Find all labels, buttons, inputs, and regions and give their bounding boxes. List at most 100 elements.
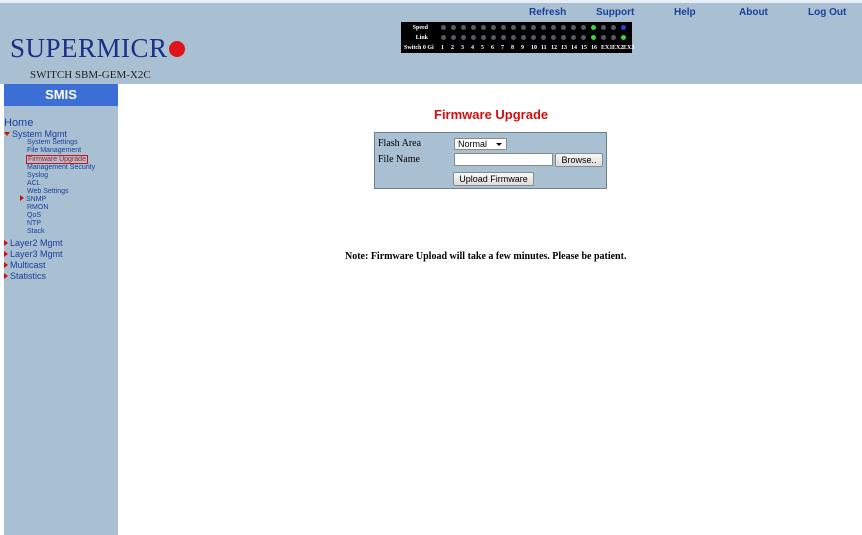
link-led-port-13 xyxy=(561,35,566,40)
nav-ntp[interactable]: NTP xyxy=(27,220,41,228)
link-led-port-7 xyxy=(501,35,506,40)
speed-row: Speed xyxy=(401,23,632,33)
switch-model: SWITCH SBM-GEM-X2C xyxy=(30,69,151,81)
about-link[interactable]: About xyxy=(739,7,768,18)
link-led-port-15 xyxy=(581,35,586,40)
page-title: Firmware Upgrade xyxy=(434,107,549,122)
nav-acl[interactable]: ACL xyxy=(27,180,41,188)
link-led-port-1 xyxy=(441,35,446,40)
flash-area-select[interactable]: Normal xyxy=(454,138,507,150)
speed-led-port-3 xyxy=(461,25,466,30)
port-number-label: 10 xyxy=(531,45,537,51)
link-label: Link xyxy=(415,35,428,41)
collapsed-arrow-icon xyxy=(20,195,24,202)
collapsed-arrow-icon xyxy=(4,272,8,279)
browse-button[interactable]: Browse.. xyxy=(555,153,603,167)
port-number-label: 3 xyxy=(461,45,464,51)
file-name-label: File Name xyxy=(378,154,420,165)
port-number-label: EX2 xyxy=(612,45,624,51)
nav-layer2-mgmt[interactable]: Layer2 Mgmt xyxy=(4,238,63,248)
speed-led-port-16 xyxy=(591,25,596,30)
nav-snmp-label: SNMP xyxy=(26,196,47,203)
logo-text: SUPERMICR xyxy=(10,33,168,63)
flash-area-value: Normal xyxy=(458,139,488,149)
upload-firmware-button[interactable]: Upload Firmware xyxy=(453,172,534,186)
firmware-upload-form: Flash Area Normal File Name Browse.. Upl… xyxy=(374,132,607,189)
speed-led-port-1 xyxy=(441,25,446,30)
nav-statistics-label: Statistics xyxy=(10,271,47,281)
nav-statistics[interactable]: Statistics xyxy=(4,271,46,281)
link-led-port-9 xyxy=(521,35,526,40)
link-led-port-10 xyxy=(531,35,536,40)
refresh-link[interactable]: Refresh xyxy=(529,7,566,18)
nav-snmp[interactable]: SNMP xyxy=(20,195,47,204)
nav-system-mgmt[interactable]: System Mgmt xyxy=(4,129,67,139)
nav-firmware-upgrade[interactable]: Firmware Upgrade xyxy=(26,155,88,164)
link-led-port-6 xyxy=(491,35,496,40)
nav-multicast[interactable]: Multicast xyxy=(4,260,46,270)
nav-syslog[interactable]: Syslog xyxy=(27,172,48,180)
link-led-port-2 xyxy=(451,35,456,40)
nav-web-settings[interactable]: Web Settings xyxy=(27,188,69,196)
nav-layer3-mgmt[interactable]: Layer3 Mgmt xyxy=(4,249,63,259)
nav-file-management[interactable]: File Management xyxy=(27,147,81,155)
port-number-label: 5 xyxy=(481,45,484,51)
logout-link[interactable]: Log Out xyxy=(808,7,846,18)
collapsed-arrow-icon xyxy=(4,239,8,246)
speed-led-port-19 xyxy=(621,25,626,30)
port-number-label: 1 xyxy=(441,45,444,51)
sidebar: SMIS Home System Mgmt System Settings Fi… xyxy=(4,84,118,535)
port-number-label: 16 xyxy=(591,45,597,51)
port-number-label: 15 xyxy=(581,45,587,51)
speed-led-port-12 xyxy=(551,25,556,30)
speed-led-port-7 xyxy=(501,25,506,30)
port-number-label: 7 xyxy=(501,45,504,51)
link-led-port-19 xyxy=(621,35,626,40)
nav-home[interactable]: Home xyxy=(4,117,33,129)
help-link[interactable]: Help xyxy=(674,7,696,18)
nav-layer3-label: Layer3 Mgmt xyxy=(10,249,63,259)
speed-led-port-9 xyxy=(521,25,526,30)
speed-led-port-4 xyxy=(471,25,476,30)
nav-management-security[interactable]: Management Security xyxy=(27,164,95,172)
speed-led-port-18 xyxy=(611,25,616,30)
port-number-label: 8 xyxy=(511,45,514,51)
nav-system-settings[interactable]: System Settings xyxy=(27,139,78,147)
logo-o-dot-icon xyxy=(168,40,185,57)
link-led-port-12 xyxy=(551,35,556,40)
link-led-port-5 xyxy=(481,35,486,40)
speed-led-port-8 xyxy=(511,25,516,30)
supermicro-logo: SUPERMICR xyxy=(10,33,185,64)
file-name-input[interactable] xyxy=(454,153,553,166)
speed-led-port-14 xyxy=(571,25,576,30)
port-number-label: 9 xyxy=(521,45,524,51)
link-led-port-3 xyxy=(461,35,466,40)
speed-led-port-2 xyxy=(451,25,456,30)
upload-note: Note: Firmware Upload will take a few mi… xyxy=(345,251,627,262)
nav-stack[interactable]: Stack xyxy=(27,228,45,236)
port-number-label: 12 xyxy=(551,45,557,51)
nav-multicast-label: Multicast xyxy=(10,260,46,270)
link-row: Link xyxy=(401,33,632,43)
link-led-port-16 xyxy=(591,35,596,40)
flash-area-label: Flash Area xyxy=(378,138,422,149)
link-led-port-14 xyxy=(571,35,576,40)
nav-qos[interactable]: QoS xyxy=(27,212,41,220)
port-number-label: 13 xyxy=(561,45,567,51)
port-number-label: 14 xyxy=(571,45,577,51)
nav-layer2-label: Layer2 Mgmt xyxy=(10,238,63,248)
collapsed-arrow-icon xyxy=(4,250,8,257)
nav-rmon[interactable]: RMON xyxy=(27,204,48,212)
support-link[interactable]: Support xyxy=(596,7,634,18)
speed-led-port-6 xyxy=(491,25,496,30)
speed-led-port-13 xyxy=(561,25,566,30)
header-bar: Refresh Support Help About Log Out SUPER… xyxy=(0,0,862,84)
chevron-down-icon xyxy=(496,143,502,146)
port-number-label: 6 xyxy=(491,45,494,51)
port-status-panel: Speed Link Switch 0 Gi 1 2 3 4 5 6 7 8 9 10 11 12 13 1… xyxy=(401,22,634,53)
port-numbers: Switch 0 Gi 1 2 3 4 5 6 7 8 9 10 11 12 13 14 15 16 EX1 EX2… xyxy=(401,44,634,53)
port-number-label: 11 xyxy=(541,45,547,51)
link-led-port-18 xyxy=(611,35,616,40)
nav-system-mgmt-label: System Mgmt xyxy=(12,129,68,139)
smis-title: SMIS xyxy=(4,84,118,106)
